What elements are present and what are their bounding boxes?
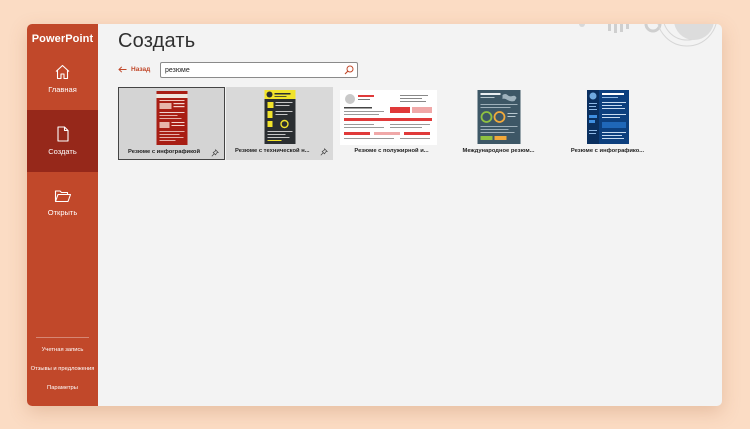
template-thumbnail (477, 90, 520, 144)
decorative-graphic (579, 24, 717, 47)
sidebar-divider (36, 337, 89, 338)
template-label: Международное резюм... (462, 148, 535, 154)
app-title: PowerPoint (31, 33, 94, 45)
template-thumbnail-frame (119, 88, 224, 146)
open-folder-icon (54, 190, 71, 203)
home-icon (55, 64, 70, 80)
sidebar-link-feedback[interactable]: Отзывы и предложения (27, 366, 98, 372)
template-label: Резюме с инфографикой (128, 149, 201, 155)
template-label: Резюме с инфографико... (570, 148, 645, 154)
main-area: Создать Назад резюме Резюме с инфографик… (98, 24, 722, 406)
sidebar-link-account[interactable]: Учетная запись (27, 347, 98, 353)
search-input[interactable] (161, 64, 341, 76)
template-thumbnail (340, 90, 437, 145)
sidebar-item-home-label: Главная (48, 85, 77, 94)
sidebar-item-open[interactable]: Открыть (27, 172, 98, 234)
arrow-left-icon (118, 66, 127, 73)
template-tile-international-resume[interactable]: Международное резюм... (445, 87, 552, 160)
template-thumbnail-frame (445, 87, 552, 145)
template-label: Резюме с полужирной и... (354, 148, 429, 154)
template-tile-infographic-resume-blue[interactable]: Резюме с инфографико... (554, 87, 661, 160)
back-link-label: Назад (131, 66, 151, 73)
sidebar-link-options[interactable]: Параметры (27, 385, 98, 391)
template-tile-infographic-resume[interactable]: Резюме с инфографикой (118, 87, 225, 160)
template-thumbnail-frame (226, 87, 333, 145)
sidebar-item-new-label: Создать (48, 147, 77, 156)
sidebar-item-new[interactable]: Создать (27, 110, 98, 172)
powerpoint-window: PowerPoint Главная Создать Открыть Учетн… (27, 24, 722, 406)
template-label: Резюме с технической н... (235, 148, 310, 154)
template-thumbnail-frame (554, 87, 661, 145)
template-thumbnail (586, 90, 629, 144)
template-thumbnail-frame (338, 87, 445, 145)
pin-icon[interactable] (320, 148, 328, 156)
page-title: Создать (118, 30, 196, 52)
back-link[interactable]: Назад (118, 66, 150, 73)
template-thumbnail (156, 91, 187, 145)
sidebar-item-open-label: Открыть (47, 208, 78, 217)
sidebar-item-home[interactable]: Главная (27, 48, 98, 110)
search-box (160, 62, 358, 78)
new-document-icon (56, 126, 69, 142)
sidebar: PowerPoint Главная Создать Открыть Учетн… (27, 24, 98, 406)
pin-icon[interactable] (211, 149, 219, 157)
template-tile-bold-resume[interactable]: Резюме с полужирной и... (338, 87, 445, 160)
template-tile-technical-resume[interactable]: Резюме с технической н... (226, 87, 333, 160)
search-icon[interactable] (344, 65, 354, 75)
template-thumbnail (264, 90, 295, 144)
